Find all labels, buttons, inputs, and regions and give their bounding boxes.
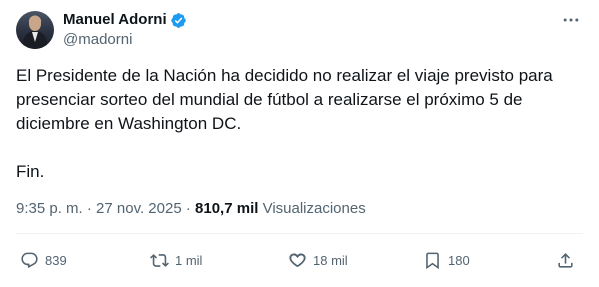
tweet-card: Manuel Adorni @madorni El Presidente de … [0, 0, 599, 287]
meta-separator: · [82, 200, 97, 217]
action-bar: 839 1 mil 18 mil 180 [0, 248, 599, 272]
author-name-row: Manuel Adorni [63, 10, 187, 30]
share-button[interactable] [556, 248, 575, 272]
retweet-count: 1 mil [175, 252, 203, 268]
avatar-face [29, 17, 41, 31]
reply-count: 839 [45, 252, 67, 268]
views-label: Visualizaciones [258, 200, 366, 217]
meta-separator: · [181, 200, 196, 217]
tweet-date[interactable]: 27 nov. 2025 [96, 200, 182, 217]
retweet-button[interactable]: 1 mil [150, 248, 202, 272]
share-icon [558, 252, 573, 268]
reply-icon [21, 252, 38, 268]
verified-badge-icon[interactable] [170, 12, 187, 29]
author-display-name[interactable]: Manuel Adorni [63, 10, 167, 30]
like-count: 18 mil [313, 252, 348, 268]
heart-icon [289, 252, 306, 267]
tweet-text: El Presidente de la Nación ha decidido n… [16, 66, 553, 181]
tweet-time[interactable]: 9:35 p. m. [16, 200, 83, 217]
author-handle[interactable]: @madorni [63, 30, 132, 50]
bookmark-button[interactable]: 180 [423, 248, 470, 272]
tweet-meta: 9:35 p. m. · 27 nov. 2025 · 810,7 mil Vi… [16, 199, 366, 219]
views-count[interactable]: 810,7 mil [195, 200, 258, 217]
more-icon[interactable] [560, 10, 582, 30]
avatar[interactable] [16, 11, 54, 49]
bookmark-icon [426, 252, 439, 269]
divider [16, 233, 583, 234]
retweet-icon [150, 253, 169, 267]
like-button[interactable]: 18 mil [288, 248, 348, 272]
reply-button[interactable]: 839 [20, 248, 67, 272]
bookmark-count: 180 [448, 252, 470, 268]
